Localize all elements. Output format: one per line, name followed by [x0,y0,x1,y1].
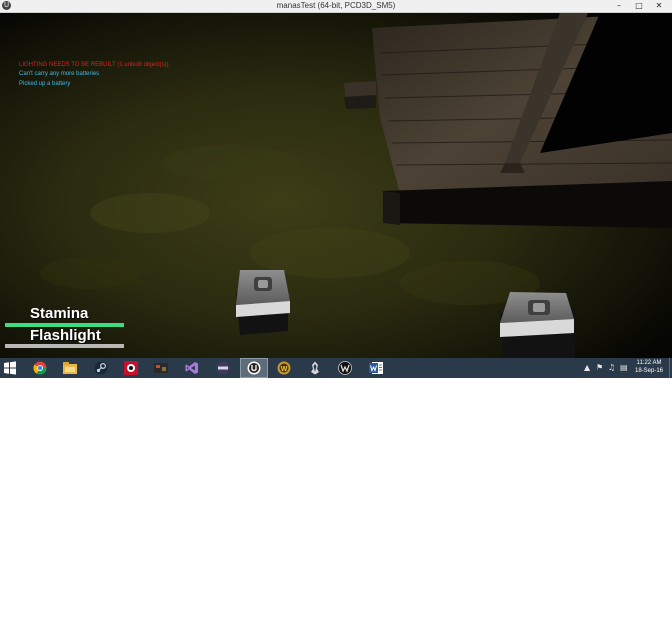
witcher-icon [338,361,352,375]
volume-icon[interactable]: ♫ [608,363,615,373]
windows-logo-icon [4,361,16,375]
log-message: Picked up a battery [19,81,71,87]
flashlight-bar-fill [5,344,124,348]
title-bar[interactable]: U manasTest (64-bit, PCD3D_SM5) – □ ✕ [0,0,672,13]
taskbar-app-steam[interactable] [88,359,114,377]
taskbar-app-visual-studio[interactable] [179,359,205,377]
file-explorer-icon [63,362,77,374]
warcraft-icon: W [277,361,291,375]
circle-app-icon [216,361,230,375]
close-button[interactable]: ✕ [652,0,666,11]
svg-text:W: W [281,366,288,373]
flashlight-label: Flashlight [30,327,101,344]
log-message: Can't carry any more batteries [19,71,100,77]
word-icon [369,362,383,374]
skyrim-icon [311,361,319,375]
game-window: U manasTest (64-bit, PCD3D_SM5) – □ ✕ LI… [0,0,672,358]
steam-icon [94,361,108,375]
taskbar-app-unreal[interactable] [240,358,268,378]
visual-studio-icon [185,362,198,374]
game-viewport[interactable]: LIGHTING NEEDS TO BE REBUILT (1 unbuilt … [0,13,672,358]
taskbar: W ▲ ⚑ ♫ ▤ 11:22 AM 18-Sep-16 [0,358,672,378]
window-title: manasTest (64-bit, PCD3D_SM5) [276,1,396,10]
minimize-button[interactable]: – [612,0,626,11]
clock-time[interactable]: 11:22 AM [634,360,664,367]
maximize-button[interactable]: □ [632,0,646,11]
flag-icon[interactable]: ⚑ [596,363,603,373]
taskbar-app-game[interactable] [148,359,174,377]
taskbar-app-chrome[interactable] [27,359,53,377]
clock-date[interactable]: 18-Sep-16 [632,368,666,375]
stamina-label: Stamina [30,305,89,322]
taskbar-app-red[interactable] [118,359,144,377]
battery-pickup-left [236,270,290,335]
lighting-warning: LIGHTING NEEDS TO BE REBUILT (1 unbuilt … [19,62,169,68]
taskbar-app-witcher[interactable] [332,359,358,377]
taskbar-app-circle[interactable] [210,359,236,377]
start-button[interactable] [2,360,18,376]
taskbar-app-warcraft[interactable]: W [271,359,297,377]
taskbar-app-skyrim[interactable] [302,359,328,377]
taskbar-app-explorer[interactable] [57,359,83,377]
battery-pickup-right [500,292,575,358]
network-icon[interactable]: ▤ [620,363,628,373]
chrome-icon [33,361,47,375]
chevron-up-icon[interactable]: ▲ [584,363,590,373]
game-app-icon [154,363,168,373]
red-app-icon [124,361,138,375]
unreal-engine-icon [247,361,261,375]
flashlight-bar [5,344,124,348]
taskbar-app-word[interactable] [363,359,389,377]
